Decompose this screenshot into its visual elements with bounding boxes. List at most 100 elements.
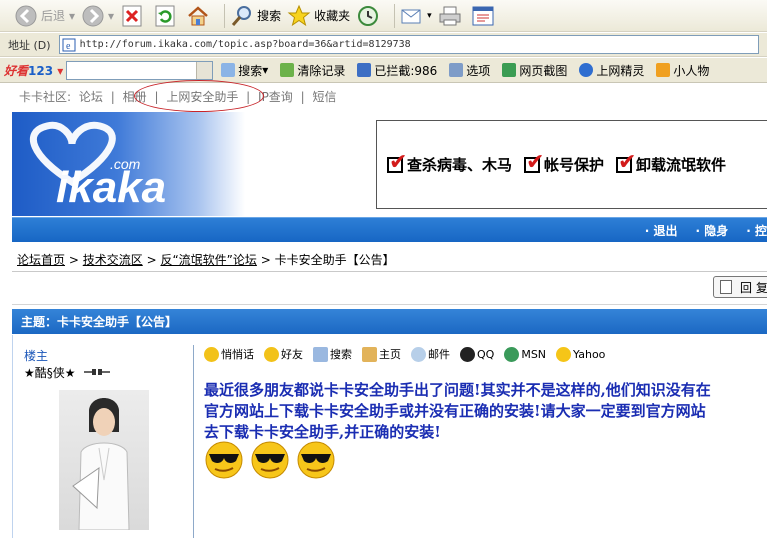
back-button[interactable]: 后退 ▾ bbox=[14, 4, 75, 28]
checkbox-icon bbox=[387, 150, 407, 175]
topic-title: 主题：卡卡安全助手【公告】 bbox=[21, 315, 178, 329]
home-button[interactable] bbox=[186, 4, 213, 28]
refresh-button[interactable] bbox=[153, 4, 180, 28]
yahoo-smiley-icon bbox=[556, 346, 572, 362]
author-avatar[interactable] bbox=[59, 390, 149, 531]
control-panel-link[interactable]: · 控 bbox=[746, 222, 767, 239]
msn-action[interactable]: MSN bbox=[504, 346, 547, 362]
block-icon bbox=[357, 63, 372, 77]
breadcrumb-current: 卡卡安全助手【公告】 bbox=[274, 253, 395, 267]
options-button[interactable]: 选项 bbox=[449, 62, 490, 79]
qq-action[interactable]: QQ bbox=[460, 346, 495, 362]
star-icon bbox=[287, 4, 311, 26]
breadcrumb-separator: > bbox=[260, 253, 271, 267]
breadcrumb-home[interactable]: 论坛首页 bbox=[17, 253, 65, 267]
homepage-action[interactable]: 主页 bbox=[362, 346, 401, 362]
promo-label: 查杀病毒、木马 bbox=[407, 156, 513, 174]
author-name-text: ★酷§侠★ bbox=[24, 366, 76, 380]
mail-button[interactable]: ▾ bbox=[400, 4, 432, 28]
stop-button[interactable] bbox=[120, 4, 147, 28]
search-button[interactable]: 搜索 bbox=[230, 4, 281, 28]
popup-blocked-label: 已拦截:986 bbox=[374, 63, 438, 78]
home-icon bbox=[188, 5, 208, 25]
printer-icon bbox=[439, 6, 461, 25]
post-line: 最近很多朋友都说卡卡安全助手出了问题!其实并不是这样的,他们知识没有在 bbox=[204, 381, 711, 399]
toolbar-search-combo[interactable] bbox=[66, 60, 214, 80]
person-icon bbox=[656, 63, 671, 77]
toolbar-search-button[interactable]: 搜索 ▾ bbox=[221, 62, 268, 79]
favorites-button[interactable]: 收藏夹 bbox=[287, 4, 350, 28]
invisible-link[interactable]: · 隐身 bbox=[696, 222, 729, 239]
post-line: 官方网站上下载卡卡安全助手或并没有正确的安装!请大家一定要到官方网站 bbox=[204, 402, 706, 420]
popup-blocked-button[interactable]: 已拦截:986 bbox=[357, 62, 437, 79]
ie-page-icon: e bbox=[62, 38, 76, 52]
back-arrow-icon bbox=[15, 5, 37, 26]
address-label: 地址 (D) bbox=[8, 38, 51, 52]
cool-smiley-icons bbox=[205, 441, 335, 479]
email-action[interactable]: 邮件 bbox=[411, 346, 450, 362]
address-bar: 地址 (D) e http://forum.ikaka.com/topic.as… bbox=[0, 33, 767, 57]
online-status-icon bbox=[84, 369, 111, 375]
action-label: 搜索 bbox=[330, 348, 352, 361]
xiaoren-button[interactable]: 小人物 bbox=[656, 62, 709, 79]
promo-label: 卸载流氓软件 bbox=[636, 156, 727, 174]
forward-arrow-icon bbox=[82, 5, 104, 26]
nav-forum[interactable]: 论坛 bbox=[79, 90, 103, 104]
brand-logo[interactable]: 好看123 ▾ bbox=[4, 62, 63, 79]
mail-icon bbox=[411, 346, 426, 362]
globe-icon bbox=[579, 63, 594, 77]
site-banner: .com ikaka 查杀病毒、木马 帐号保护 卸载流氓软件 bbox=[12, 112, 767, 216]
checkbox-icon bbox=[616, 150, 636, 175]
edit-button[interactable] bbox=[471, 4, 498, 28]
toolbar-divider bbox=[394, 3, 396, 28]
author-name[interactable]: ★酷§侠★ bbox=[24, 364, 111, 381]
search-icon bbox=[313, 346, 328, 362]
reply-button[interactable]: 回 复 bbox=[713, 276, 767, 298]
reply-label: 回 复 bbox=[740, 280, 767, 295]
divider bbox=[12, 304, 767, 305]
screenshot-button[interactable]: 网页截图 bbox=[502, 62, 567, 79]
msn-icon bbox=[504, 346, 520, 362]
action-label: Yahoo bbox=[573, 347, 606, 361]
logout-link[interactable]: · 退出 bbox=[645, 222, 678, 239]
action-label: QQ bbox=[477, 347, 495, 361]
home-icon bbox=[362, 346, 377, 362]
toolbar-search-label: 搜索 bbox=[238, 63, 263, 78]
nav-separator: | bbox=[300, 90, 305, 104]
breadcrumb-separator: > bbox=[146, 253, 157, 267]
address-input[interactable]: e http://forum.ikaka.com/topic.asp?board… bbox=[58, 35, 759, 54]
stop-icon bbox=[122, 5, 142, 26]
clear-history-button[interactable]: 清除记录 bbox=[280, 62, 345, 79]
ikaka-logo[interactable]: .com ikaka bbox=[12, 112, 245, 216]
xiaoren-label: 小人物 bbox=[673, 63, 710, 78]
nav-messages[interactable]: 短信 bbox=[313, 90, 337, 104]
spirit-label: 上网精灵 bbox=[596, 63, 645, 78]
breadcrumb: 论坛首页 > 技术交流区 > 反“流氓软件”论坛 > 卡卡安全助手【公告】 bbox=[17, 251, 395, 269]
history-button[interactable] bbox=[356, 4, 383, 28]
action-label: MSN bbox=[521, 347, 547, 361]
breadcrumb-board[interactable]: 反“流氓软件”论坛 bbox=[160, 253, 256, 267]
print-button[interactable] bbox=[438, 4, 465, 28]
reply-icon bbox=[720, 280, 732, 294]
favorites-label: 收藏夹 bbox=[314, 9, 351, 23]
promo-item: 查杀病毒、木马 bbox=[387, 150, 513, 175]
whisper-action[interactable]: 悄悄话 bbox=[204, 346, 254, 362]
divider bbox=[12, 271, 767, 272]
options-label: 选项 bbox=[466, 63, 491, 78]
promo-box[interactable]: 查杀病毒、木马 帐号保护 卸载流氓软件 bbox=[376, 120, 767, 209]
spirit-button[interactable]: 上网精灵 bbox=[579, 62, 644, 79]
forward-button[interactable]: ▾ bbox=[81, 4, 114, 28]
friend-icon bbox=[264, 346, 279, 362]
back-label: 后退 bbox=[41, 9, 66, 23]
search-action[interactable]: 搜索 bbox=[313, 346, 352, 362]
yahoo-action[interactable]: Yahoo bbox=[556, 346, 606, 362]
screenshot-icon bbox=[502, 63, 517, 77]
logo-text: ikaka bbox=[56, 163, 166, 212]
search-icon bbox=[231, 5, 252, 26]
breadcrumb-tech[interactable]: 技术交流区 bbox=[83, 253, 143, 267]
brand-text: 好看 bbox=[4, 63, 29, 78]
helper-toolbar: 好看123 ▾ 搜索 ▾ 清除记录 已拦截:986 选项 网页截图 上网精灵 小… bbox=[0, 58, 767, 83]
breadcrumb-separator: > bbox=[68, 253, 79, 267]
friend-action[interactable]: 好友 bbox=[264, 346, 303, 362]
options-icon bbox=[449, 63, 464, 77]
